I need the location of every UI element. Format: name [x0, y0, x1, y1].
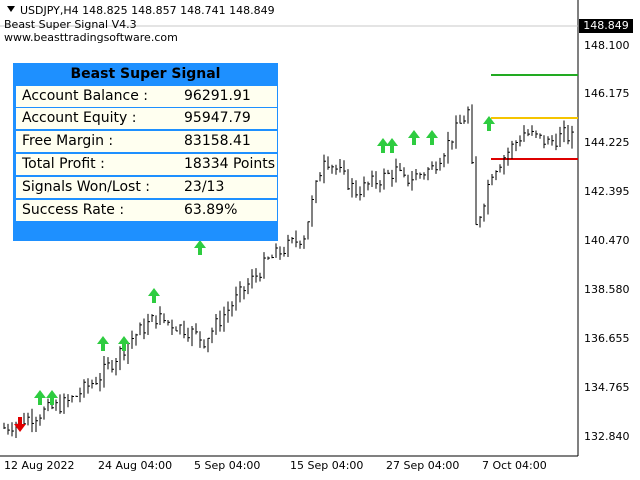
y-tick-label: 142.395	[584, 185, 630, 198]
y-tick-label: 132.840	[584, 430, 630, 443]
x-tick-label: 27 Sep 04:00	[386, 459, 460, 472]
y-tick-label: 140.470	[584, 234, 630, 247]
free-margin-row: Free Margin : 83158.41	[16, 131, 277, 153]
y-tick-label: 136.655	[584, 332, 630, 345]
y-tick-label: 144.225	[584, 136, 630, 149]
indicator-name: Beast Super Signal V4.3	[4, 18, 137, 31]
account-balance-row: Account Balance : 96291.91	[16, 86, 277, 108]
x-tick-label: 12 Aug 2022	[4, 459, 75, 472]
buy-arrow-icon	[97, 336, 109, 351]
chart-window[interactable]: USDJPY,H4 148.825 148.857 148.741 148.84…	[0, 0, 640, 480]
panel-title: Beast Super Signal	[70, 66, 221, 82]
signal-stats-panel: Beast Super Signal Account Balance : 962…	[13, 63, 278, 241]
row-label: Account Equity :	[22, 110, 137, 126]
account-equity-row: Account Equity : 95947.79	[16, 108, 277, 130]
buy-arrow-icon	[148, 288, 160, 303]
row-label: Success Rate :	[22, 202, 125, 218]
buy-arrow-icon	[34, 390, 46, 405]
chart-collapse-icon[interactable]	[7, 6, 15, 12]
x-tick-label: 7 Oct 04:00	[482, 459, 547, 472]
row-label: Total Profit :	[22, 156, 105, 172]
x-tick-label: 5 Sep 04:00	[194, 459, 261, 472]
row-value: 83158.41	[184, 133, 251, 149]
total-profit-row: Total Profit : 18334 Points	[16, 154, 277, 176]
y-tick-label: 138.580	[584, 283, 630, 296]
row-value: 96291.91	[184, 88, 251, 104]
y-tick-label: 148.100	[584, 39, 630, 52]
buy-arrow-icon	[426, 130, 438, 145]
x-tick-label: 24 Aug 04:00	[98, 459, 173, 472]
buy-arrow-icon	[386, 138, 398, 153]
success-rate-row: Success Rate : 63.89%	[16, 200, 277, 222]
x-tick-label: 15 Sep 04:00	[290, 459, 364, 472]
current-price-tag: 148.849	[579, 19, 633, 33]
row-label: Signals Won/Lost :	[22, 179, 150, 195]
row-value: 23/13	[184, 179, 225, 195]
y-tick-label: 146.175	[584, 87, 630, 100]
buy-arrow-icon	[194, 240, 206, 255]
row-label: Free Margin :	[22, 133, 114, 149]
y-tick-label: 134.765	[584, 381, 630, 394]
row-value: 63.89%	[184, 202, 238, 218]
signals-won-lost-row: Signals Won/Lost : 23/13	[16, 177, 277, 199]
row-value: 95947.79	[184, 110, 251, 126]
row-label: Account Balance :	[22, 88, 148, 104]
website-link[interactable]: www.beasttradingsoftware.com	[4, 31, 178, 44]
symbol-info: USDJPY,H4 148.825 148.857 148.741 148.84…	[20, 4, 275, 17]
row-value: 18334 Points	[184, 156, 276, 172]
buy-arrow-icon	[408, 130, 420, 145]
